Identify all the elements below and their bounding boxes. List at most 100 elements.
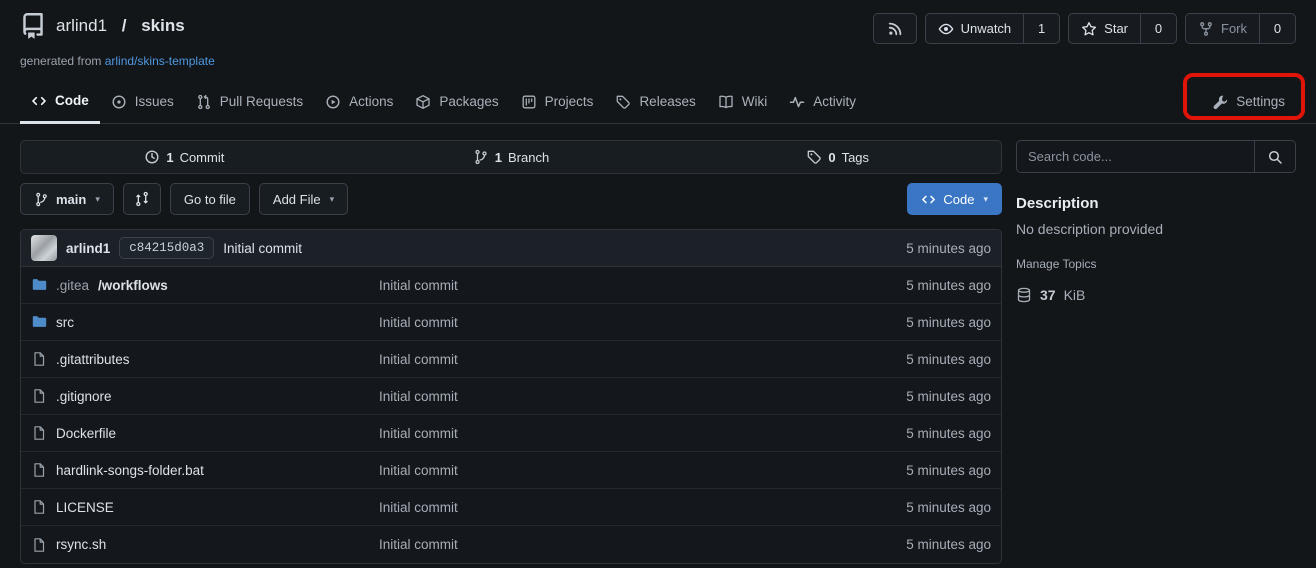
tag-icon — [615, 94, 631, 110]
file-commit-message-link[interactable]: Initial commit — [379, 537, 906, 552]
file-name: .gitignore — [56, 389, 112, 404]
chevron-down-icon: ▾ — [95, 194, 100, 205]
branches-stat-link[interactable]: 1 Branch — [348, 141, 675, 173]
file-icon — [31, 351, 47, 367]
fork-icon — [1198, 21, 1214, 37]
chevron-down-icon: ▾ — [330, 194, 335, 205]
tab-packages[interactable]: Packages — [404, 80, 509, 123]
tab-releases[interactable]: Releases — [604, 80, 706, 123]
go-to-file-button[interactable]: Go to file — [170, 183, 250, 215]
tab-pull-requests[interactable]: Pull Requests — [185, 80, 314, 123]
file-name-link[interactable]: hardlink-songs-folder.bat — [31, 462, 379, 478]
tab-code[interactable]: Code — [20, 80, 100, 124]
table-row: .gitattributes Initial commit 5 minutes … — [21, 341, 1001, 378]
template-repo-link[interactable]: arlind/skins-template — [105, 54, 215, 68]
file-name-link[interactable]: .gitea/workflows — [31, 277, 379, 293]
file-name-link[interactable]: .gitignore — [31, 388, 379, 404]
file-name: .gitattributes — [56, 352, 130, 367]
repo-owner-link[interactable]: arlind1 — [56, 16, 107, 36]
tab-projects[interactable]: Projects — [510, 80, 605, 123]
file-commit-message-link[interactable]: Initial commit — [379, 352, 906, 367]
file-commit-message-link[interactable]: Initial commit — [379, 426, 906, 441]
star-button-group: Star 0 — [1068, 13, 1177, 44]
table-row: LICENSE Initial commit 5 minutes ago — [21, 489, 1001, 526]
commit-message-link[interactable]: Initial commit — [223, 241, 302, 256]
tab-activity[interactable]: Activity — [778, 80, 867, 123]
folder-icon — [31, 277, 47, 293]
watchers-count[interactable]: 1 — [1023, 14, 1059, 43]
repo-action-buttons: Unwatch 1 Star 0 Fork 0 — [873, 13, 1296, 44]
file-name-link[interactable]: .gitattributes — [31, 351, 379, 367]
star-button[interactable]: Star — [1069, 14, 1140, 43]
table-row: .gitea/workflows Initial commit 5 minute… — [21, 267, 1001, 304]
tab-actions[interactable]: Actions — [314, 80, 404, 123]
forks-count[interactable]: 0 — [1259, 14, 1295, 43]
file-commit-time: 5 minutes ago — [906, 389, 991, 404]
tags-stat-link[interactable]: 0 Tags — [674, 141, 1001, 173]
file-name-link[interactable]: src — [31, 314, 379, 330]
repo-name-link[interactable]: skins — [141, 16, 184, 36]
commits-count: 1 — [166, 150, 173, 165]
repo-stats-bar: 1 Commit 1 Branch 0 Tags — [20, 140, 1002, 174]
main-column: 1 Commit 1 Branch 0 Tags — [20, 140, 1002, 564]
file-name-link[interactable]: LICENSE — [31, 499, 379, 515]
repo-toolbar: main ▾ Go to file Add File ▾ Code ▾ — [20, 183, 1002, 215]
tab-wiki-label: Wiki — [742, 94, 768, 109]
tab-activity-label: Activity — [813, 94, 856, 109]
latest-commit-row: arlind1 c84215d0a3 Initial commit 5 minu… — [21, 230, 1001, 267]
avatar[interactable] — [31, 235, 57, 261]
rss-button[interactable] — [873, 13, 917, 44]
add-file-button[interactable]: Add File ▾ — [259, 183, 348, 215]
tab-wiki[interactable]: Wiki — [707, 80, 779, 123]
rss-icon — [887, 21, 903, 37]
file-commit-message-link[interactable]: Initial commit — [379, 315, 906, 330]
tab-packages-label: Packages — [439, 94, 498, 109]
fork-label: Fork — [1221, 21, 1247, 36]
code-icon — [31, 93, 47, 109]
repo-header: arlind1 / skins Unwatch 1 Star — [0, 0, 1316, 44]
pulse-icon — [789, 94, 805, 110]
tab-settings[interactable]: Settings — [1201, 80, 1296, 123]
compare-button[interactable] — [123, 183, 161, 215]
repo-size-value: 37 — [1040, 287, 1056, 303]
file-commit-time: 5 minutes ago — [906, 537, 991, 552]
pull-request-icon — [196, 94, 212, 110]
file-name-link[interactable]: Dockerfile — [31, 425, 379, 441]
commit-hash-link[interactable]: c84215d0a3 — [119, 237, 214, 259]
file-commit-message-link[interactable]: Initial commit — [379, 389, 906, 404]
branch-name: main — [56, 192, 86, 207]
file-commit-time: 5 minutes ago — [906, 463, 991, 478]
database-icon — [1016, 287, 1032, 303]
code-download-button[interactable]: Code ▾ — [907, 183, 1002, 215]
tab-issues[interactable]: Issues — [100, 80, 185, 123]
search-input[interactable] — [1017, 141, 1254, 172]
fork-button-group: Fork 0 — [1185, 13, 1296, 44]
file-name: Dockerfile — [56, 426, 116, 441]
generated-from-prefix: generated from — [20, 54, 105, 68]
add-file-label: Add File — [273, 192, 321, 207]
branch-selector[interactable]: main ▾ — [20, 183, 114, 215]
search-button[interactable] — [1254, 141, 1295, 172]
tags-label: Tags — [842, 150, 869, 165]
git-branch-icon — [34, 192, 49, 207]
file-commit-message-link[interactable]: Initial commit — [379, 463, 906, 478]
tab-projects-label: Projects — [545, 94, 594, 109]
manage-topics-link[interactable]: Manage Topics — [1016, 257, 1296, 271]
repo-size-unit: KiB — [1064, 287, 1086, 303]
tab-settings-label: Settings — [1236, 94, 1285, 109]
file-icon — [31, 499, 47, 515]
stars-count[interactable]: 0 — [1140, 14, 1176, 43]
file-commit-message-link[interactable]: Initial commit — [379, 278, 906, 293]
tools-icon — [1212, 94, 1228, 110]
repo-size-row: 37 KiB — [1016, 287, 1296, 303]
file-path-prefix: .gitea — [56, 278, 89, 293]
unwatch-button[interactable]: Unwatch — [926, 14, 1024, 43]
tab-pull-requests-label: Pull Requests — [220, 94, 303, 109]
go-to-file-label: Go to file — [184, 192, 236, 207]
fork-button[interactable]: Fork — [1186, 14, 1259, 43]
commit-author-link[interactable]: arlind1 — [66, 241, 110, 256]
file-name-link[interactable]: rsync.sh — [31, 537, 379, 553]
file-commit-message-link[interactable]: Initial commit — [379, 500, 906, 515]
file-icon — [31, 537, 47, 553]
commits-stat-link[interactable]: 1 Commit — [21, 141, 348, 173]
